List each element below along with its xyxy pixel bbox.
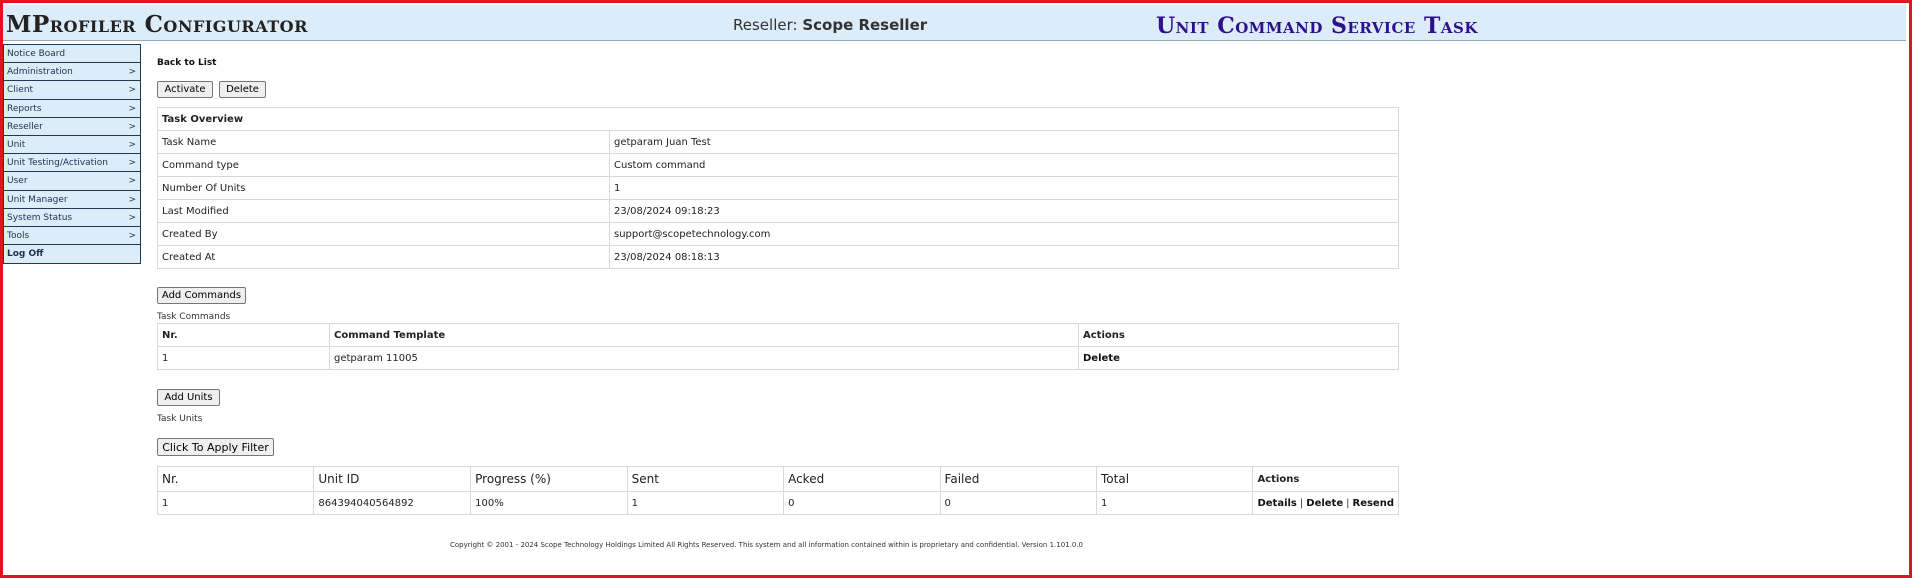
sidebar-item-label: Unit <box>7 139 26 150</box>
table-row: Number Of Units 1 <box>157 176 1399 200</box>
overview-label: Created At <box>157 245 610 269</box>
sidebar-item-label: Administration <box>7 67 73 78</box>
unit-acked: 0 <box>783 491 941 515</box>
chevron-right-icon: > <box>128 85 136 96</box>
chevron-right-icon: > <box>128 212 136 223</box>
unit-progress: 100% <box>470 491 628 515</box>
add-commands-button[interactable]: Add Commands <box>157 287 246 304</box>
sidebar-item-label: Reseller <box>7 121 43 132</box>
column-header: Progress (%) <box>470 466 628 492</box>
column-header: Nr. <box>157 323 330 347</box>
chevron-right-icon: > <box>128 176 136 187</box>
sidebar-item-reports[interactable]: Reports > <box>4 100 140 118</box>
column-header: Sent <box>626 466 785 492</box>
sidebar-item-label: Tools <box>7 230 30 241</box>
column-header: Command Template <box>329 323 1079 347</box>
page-heading: Unit Command Service Task <box>1156 13 1478 39</box>
column-header: Actions <box>1078 323 1399 347</box>
overview-label: Task Name <box>157 130 610 154</box>
delete-command-link[interactable]: Delete <box>1083 353 1120 364</box>
sidebar-item-administration[interactable]: Administration > <box>4 63 140 82</box>
sidebar-item-label: User <box>7 176 28 187</box>
unit-nr: 1 <box>156 491 315 515</box>
sidebar-item-system-status[interactable]: System Status > <box>4 209 140 227</box>
overview-label: Command type <box>157 153 610 177</box>
chevron-right-icon: > <box>128 67 136 78</box>
footer-copyright: Copyright © 2001 - 2024 Scope Technology… <box>450 541 1083 549</box>
activate-button[interactable]: Activate <box>157 81 213 98</box>
table-row: Task Name getparam Juan Test <box>157 130 1399 154</box>
sidebar-menu: Notice Board Administration > Client > Rep… <box>3 44 141 265</box>
overview-value: 23/08/2024 09:18:23 <box>609 199 1399 223</box>
reseller-label: Reseller: <box>733 16 798 34</box>
table-row: Created By support@scopetechnology.com <box>157 222 1399 246</box>
chevron-right-icon: > <box>128 139 136 150</box>
sidebar-item-reseller[interactable]: Reseller > <box>4 118 140 136</box>
sidebar-item-notice-board[interactable]: Notice Board <box>4 45 140 64</box>
table-row: Last Modified 23/08/2024 09:18:23 <box>157 199 1399 223</box>
delete-unit-link[interactable]: Delete <box>1306 498 1343 509</box>
sidebar-item-unit-manager[interactable]: Unit Manager > <box>4 191 140 209</box>
task-commands-table: Nr. Command Template Actions 1 getparam … <box>157 323 1399 370</box>
overview-value: 23/08/2024 08:18:13 <box>609 245 1399 269</box>
resend-link[interactable]: Resend <box>1353 498 1395 509</box>
column-header: Unit ID <box>313 466 472 492</box>
app-title: MProfiler Configurator <box>6 11 308 38</box>
table-row: Created At 23/08/2024 08:18:13 <box>157 245 1399 269</box>
unit-id: 864394040564892 <box>313 491 472 515</box>
unit-actions: Details | Delete | Resend <box>1252 491 1399 515</box>
task-units-label: Task Units <box>157 414 203 424</box>
task-overview-title: Task Overview <box>157 107 1399 131</box>
reseller-info: Reseller: Scope Reseller <box>733 16 927 34</box>
sidebar-item-log-off[interactable]: Log Off <box>4 245 140 263</box>
sidebar-item-label: Reports <box>7 103 42 114</box>
sidebar-item-unit[interactable]: Unit > <box>4 136 140 155</box>
unit-failed: 0 <box>939 491 1098 515</box>
command-nr: 1 <box>157 346 330 370</box>
sidebar-item-unit-testing[interactable]: Unit Testing/Activation > <box>4 154 140 173</box>
column-header: Actions <box>1252 466 1399 492</box>
task-units-table: Nr. Unit ID Progress (%) Sent Acked Fail… <box>156 466 1399 515</box>
sidebar-item-user[interactable]: User > <box>4 172 140 191</box>
column-header: Acked <box>783 466 941 492</box>
column-header: Nr. <box>156 466 315 492</box>
unit-sent: 1 <box>626 491 785 515</box>
table-row: Command type Custom command <box>157 153 1399 177</box>
sidebar-item-tools[interactable]: Tools > <box>4 227 140 246</box>
reseller-name: Scope Reseller <box>802 16 928 34</box>
overview-label: Last Modified <box>157 199 610 223</box>
back-to-list-link[interactable]: Back to List <box>157 58 216 68</box>
task-overview-table: Task Overview Task Name getparam Juan Tes… <box>157 107 1399 269</box>
sidebar-item-label: Log Off <box>7 249 44 260</box>
command-template: getparam 11005 <box>329 346 1079 370</box>
overview-value: 1 <box>609 176 1399 200</box>
table-row: 1 getparam 11005 Delete <box>157 346 1399 370</box>
add-units-button[interactable]: Add Units <box>157 389 220 406</box>
overview-label: Number Of Units <box>157 176 610 200</box>
chevron-right-icon: > <box>128 121 136 132</box>
overview-value: support@scopetechnology.com <box>609 222 1399 246</box>
sidebar-item-label: Notice Board <box>7 49 66 59</box>
delete-task-button[interactable]: Delete <box>219 81 266 98</box>
chevron-right-icon: > <box>128 230 136 241</box>
column-header: Failed <box>939 466 1098 492</box>
overview-label: Created By <box>157 222 610 246</box>
overview-value: Custom command <box>609 153 1399 177</box>
overview-value: getparam Juan Test <box>609 130 1399 154</box>
table-row: 1 864394040564892 100% 1 0 0 1 Details | D… <box>156 491 1399 515</box>
column-header: Total <box>1095 466 1254 492</box>
sidebar-item-label: System Status <box>7 212 73 223</box>
sidebar-item-label: Client <box>7 85 34 96</box>
apply-filter-button[interactable]: Click To Apply Filter <box>157 438 274 456</box>
chevron-right-icon: > <box>128 103 136 114</box>
sidebar-item-client[interactable]: Client > <box>4 81 140 100</box>
task-commands-label: Task Commands <box>157 312 231 322</box>
chevron-right-icon: > <box>128 194 136 205</box>
details-link[interactable]: Details <box>1257 498 1296 509</box>
header-bar: MProfiler Configurator Reseller: Scope R… <box>3 5 1906 41</box>
chevron-right-icon: > <box>128 158 136 169</box>
sidebar-item-label: Unit Testing/Activation <box>7 158 108 169</box>
sidebar-item-label: Unit Manager <box>7 194 68 205</box>
unit-total: 1 <box>1095 491 1254 515</box>
